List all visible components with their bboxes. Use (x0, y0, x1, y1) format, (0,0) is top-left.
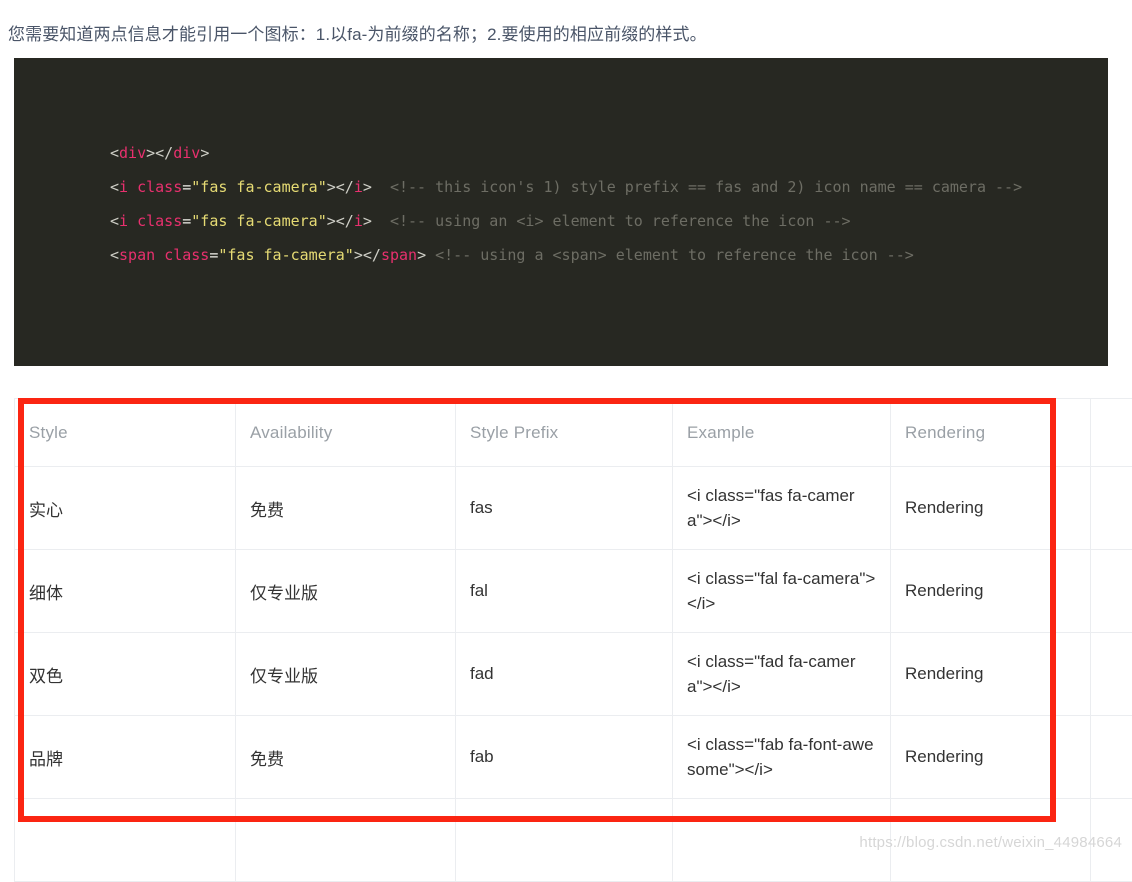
table-row: 双色 仅专业版 fad <i class="fad fa-camera"></i… (15, 633, 1132, 716)
code-token-punct: > (363, 178, 372, 196)
code-token-tag: i (119, 212, 128, 230)
cell-style-prefix: fas (456, 467, 673, 550)
cell-rendering: Rendering (891, 467, 1091, 550)
column-header-style-prefix: Style Prefix (456, 399, 673, 467)
code-token-comment: <!-- this icon's 1) style prefix == fas … (372, 178, 1022, 196)
cell-style: 双色 (15, 633, 236, 716)
cell-style-prefix: fad (456, 633, 673, 716)
code-line: <span class="fas fa-camera"></span> <!--… (110, 238, 1022, 272)
column-header-rendering: Rendering (891, 399, 1091, 467)
cell-example: <i class="fal fa-camera"></i> (673, 550, 891, 633)
code-token-tag: i (119, 178, 128, 196)
code-token-op: = (182, 212, 191, 230)
style-prefix-table-wrapper: Style Availability Style Prefix Example … (14, 398, 1108, 882)
code-line: <i class="fas fa-camera"></i> <!-- using… (110, 204, 1022, 238)
column-header-style: Style (15, 399, 236, 467)
code-token-string: "fas fa-camera" (218, 246, 353, 264)
cell-example: <i class="fab fa-font-awesome"></i> (673, 716, 891, 799)
code-token-punct: < (110, 212, 119, 230)
code-token-tag: span (119, 246, 155, 264)
cell-style-prefix: fab (456, 716, 673, 799)
code-token-punct: > (363, 212, 372, 230)
code-token-tag: span (381, 246, 417, 264)
table-row: 细体 仅专业版 fal <i class="fal fa-camera"></i… (15, 550, 1132, 633)
code-token-punct (155, 246, 164, 264)
cell-availability: 仅专业版 (236, 633, 456, 716)
code-token-tag: div (119, 144, 146, 162)
code-token-punct: ></ (327, 212, 354, 230)
code-token-punct: < (110, 144, 119, 162)
cell-availability: 免费 (236, 467, 456, 550)
code-token-punct (128, 212, 137, 230)
code-token-string: "fas fa-camera" (191, 212, 326, 230)
code-token-punct: > (417, 246, 426, 264)
code-line: <div></div> (110, 136, 1022, 170)
table-body: 实心 免费 fas <i class="fas fa-camera"></i> … (15, 467, 1132, 882)
code-line: <i class="fas fa-camera"></i> <!-- this … (110, 170, 1022, 204)
code-token-punct: > (200, 144, 209, 162)
cell-availability: 仅专业版 (236, 550, 456, 633)
intro-paragraph: 您需要知道两点信息才能引用一个图标：1.以fa-为前缀的名称；2.要使用的相应前… (8, 23, 1118, 47)
style-prefix-table: Style Availability Style Prefix Example … (14, 398, 1132, 882)
code-token-attr: class (164, 246, 209, 264)
code-token-attr: class (137, 212, 182, 230)
code-token-tag: i (354, 212, 363, 230)
cell-example: <i class="fas fa-camera"></i> (673, 467, 891, 550)
column-header-availability: Availability (236, 399, 456, 467)
code-token-comment: <!-- using an <i> element to reference t… (372, 212, 851, 230)
code-token-punct: ></ (327, 178, 354, 196)
table-row: 实心 免费 fas <i class="fas fa-camera"></i> … (15, 467, 1132, 550)
table-row: 品牌 免费 fab <i class="fab fa-font-awesome"… (15, 716, 1132, 799)
code-token-string: "fas fa-camera" (191, 178, 326, 196)
cell-filler (673, 799, 891, 882)
code-block: <div></div><i class="fas fa-camera"></i>… (14, 58, 1108, 366)
table-header-row: Style Availability Style Prefix Example … (15, 399, 1132, 467)
cell-availability: 免费 (236, 716, 456, 799)
code-token-op: = (182, 178, 191, 196)
cell-extra (1091, 716, 1132, 799)
column-header-example: Example (673, 399, 891, 467)
code-token-punct: ></ (354, 246, 381, 264)
cell-rendering: Rendering (891, 550, 1091, 633)
column-header-extra (1091, 399, 1132, 467)
code-token-tag: div (173, 144, 200, 162)
cell-extra (1091, 467, 1132, 550)
code-token-attr: class (137, 178, 182, 196)
code-token-punct: ></ (146, 144, 173, 162)
code-token-comment: <!-- using a <span> element to reference… (426, 246, 914, 264)
table-header: Style Availability Style Prefix Example … (15, 399, 1132, 467)
cell-filler (236, 799, 456, 882)
cell-rendering: Rendering (891, 716, 1091, 799)
cell-style: 细体 (15, 550, 236, 633)
cell-style: 品牌 (15, 716, 236, 799)
code-token-tag: i (354, 178, 363, 196)
cell-filler (15, 799, 236, 882)
source-watermark: https://blog.csdn.net/weixin_44984664 (859, 834, 1122, 851)
code-token-punct: < (110, 178, 119, 196)
cell-example: <i class="fad fa-camera"></i> (673, 633, 891, 716)
cell-style-prefix: fal (456, 550, 673, 633)
code-content: <div></div><i class="fas fa-camera"></i>… (110, 136, 1022, 272)
cell-rendering: Rendering (891, 633, 1091, 716)
cell-extra (1091, 633, 1132, 716)
cell-filler (456, 799, 673, 882)
code-token-punct (128, 178, 137, 196)
code-token-punct: < (110, 246, 119, 264)
cell-extra (1091, 550, 1132, 633)
cell-style: 实心 (15, 467, 236, 550)
